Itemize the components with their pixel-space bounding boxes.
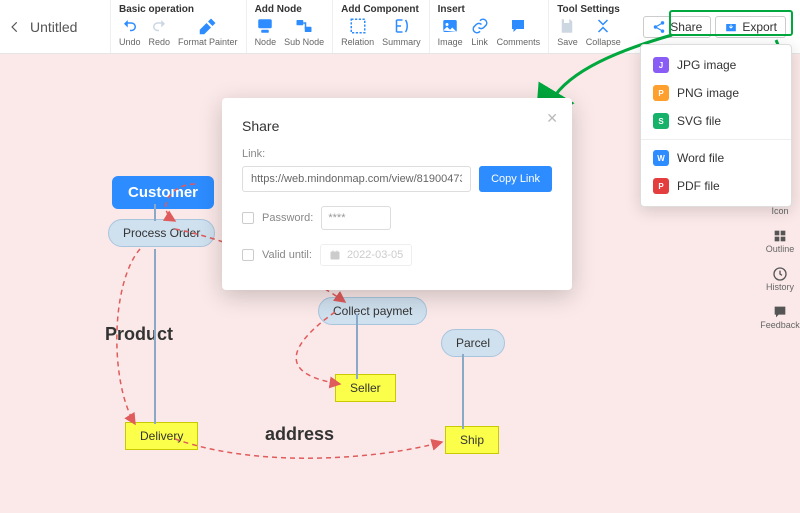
export-jpg-label: JPG image [677,58,736,72]
group-addcomp-label: Add Component [341,4,421,15]
right-rail: Icon Outline History Feedback [760,190,800,330]
relation-label: Relation [341,37,374,47]
share-button-label: Share [670,20,702,34]
node-button[interactable]: Node [255,17,277,47]
rail-icon-label: Icon [771,206,788,216]
calendar-icon [329,249,341,261]
format-painter-label: Format Painter [178,37,238,47]
share-link-input[interactable] [242,166,471,192]
group-addnode-label: Add Node [255,4,325,15]
password-checkbox[interactable] [242,212,254,224]
link-label: Link: [242,148,552,160]
rail-outline[interactable]: Outline [766,228,795,254]
node-process-order[interactable]: Process Order [108,219,215,247]
node-parcel[interactable]: Parcel [441,329,505,357]
node-customer[interactable]: Customer [112,176,214,209]
export-svg-label: SVG file [677,114,721,128]
valid-date-placeholder: 2022-03-05 [347,249,403,261]
group-tools-label: Tool Settings [557,4,621,15]
save-label: Save [557,37,578,47]
share-icon [652,20,666,34]
rail-feedback[interactable]: Feedback [760,304,800,330]
export-svg[interactable]: SSVG file [641,107,791,135]
save-button[interactable]: Save [557,17,578,47]
password-label: Password: [262,212,313,224]
link-button[interactable]: Link [471,17,489,47]
share-dialog-title: Share [242,118,552,134]
valid-date-input[interactable]: 2022-03-05 [320,244,412,266]
node-ship[interactable]: Ship [445,426,499,454]
export-menu: JJPG image PPNG image SSVG file WWord fi… [640,44,792,207]
rail-feedback-label: Feedback [760,320,800,330]
image-button[interactable]: Image [438,17,463,47]
export-icon [724,20,738,34]
export-word-label: Word file [677,151,724,165]
group-addnode: Add Node Node Sub Node [246,0,333,53]
group-basic-label: Basic operation [119,4,238,15]
back-button[interactable] [8,0,30,53]
export-button-label: Export [742,20,777,34]
export-button[interactable]: Export [715,16,786,38]
summary-label: Summary [382,37,421,47]
node-delivery[interactable]: Delivery [125,422,198,450]
export-word[interactable]: WWord file [641,144,791,172]
rail-history-label: History [766,282,794,292]
valid-label: Valid until: [262,249,312,261]
undo-button[interactable]: Undo [119,17,141,47]
comments-label: Comments [497,37,541,47]
export-pdf[interactable]: PPDF file [641,172,791,200]
node-seller[interactable]: Seller [335,374,396,402]
image-label: Image [438,37,463,47]
copy-link-button[interactable]: Copy Link [479,166,552,192]
label-address: address [265,424,334,445]
export-separator [641,139,791,140]
group-addcomp: Add Component Relation Summary [332,0,429,53]
document-title[interactable]: Untitled [30,0,110,53]
link-label: Link [471,37,488,47]
collapse-button[interactable]: Collapse [586,17,621,47]
group-basic: Basic operation Undo Redo Format Painter [110,0,246,53]
share-dialog: Share ✕ Link: Copy Link Password: Valid … [222,98,572,290]
redo-label: Redo [149,37,171,47]
rail-outline-label: Outline [766,244,795,254]
rail-history[interactable]: History [766,266,794,292]
export-png[interactable]: PPNG image [641,79,791,107]
collapse-label: Collapse [586,37,621,47]
close-icon[interactable]: ✕ [546,110,558,127]
valid-checkbox[interactable] [242,249,254,261]
redo-button[interactable]: Redo [149,17,171,47]
undo-label: Undo [119,37,141,47]
node-label: Node [255,37,277,47]
summary-button[interactable]: Summary [382,17,421,47]
group-insert: Insert Image Link Comments [429,0,549,53]
password-input[interactable] [321,206,391,230]
share-button[interactable]: Share [643,16,711,38]
format-painter-button[interactable]: Format Painter [178,17,238,47]
subnode-label: Sub Node [284,37,324,47]
export-jpg[interactable]: JJPG image [641,51,791,79]
subnode-button[interactable]: Sub Node [284,17,324,47]
export-pdf-label: PDF file [677,179,720,193]
export-png-label: PNG image [677,86,739,100]
label-product: Product [105,324,173,345]
group-insert-label: Insert [438,4,541,15]
comments-button[interactable]: Comments [497,17,541,47]
relation-button[interactable]: Relation [341,17,374,47]
node-collect-payment[interactable]: Collect paymet [318,297,427,325]
group-tools: Tool Settings Save Collapse [548,0,629,53]
